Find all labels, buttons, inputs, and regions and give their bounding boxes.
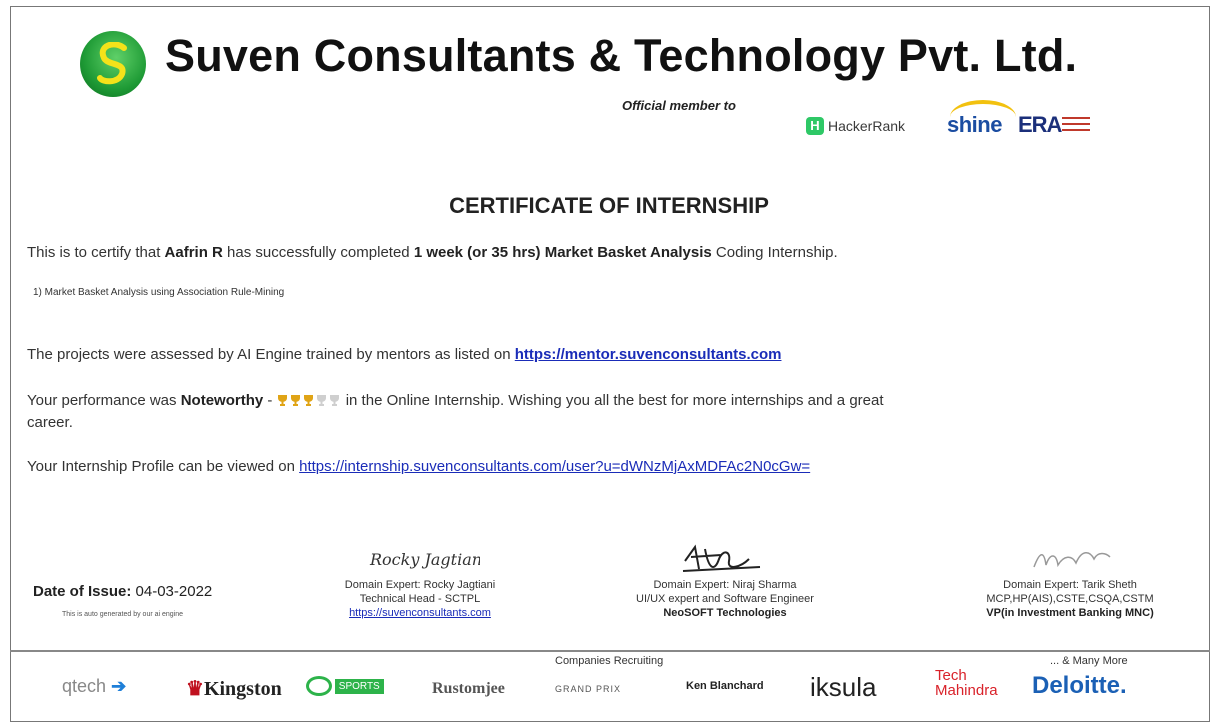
signature-tarik	[1033, 552, 1111, 568]
era-logo-lines	[1062, 117, 1090, 135]
companies-recruiting-label: Companies Recruiting	[555, 655, 664, 667]
intern-name: Aafrin R	[164, 244, 223, 261]
trophy-grey-icon	[329, 395, 339, 406]
profile-link[interactable]: https://internship.suvenconsultants.com/…	[299, 458, 810, 475]
company-deloitte-logo: Deloitte.	[1032, 672, 1127, 699]
shine-logo: shine	[947, 112, 1002, 137]
signatory-rocky: Rocky Jagtiani Domain Expert: Rocky Jagt…	[320, 540, 520, 620]
company-sports-logo: SPORTS	[306, 676, 384, 696]
trophy-gold-icon	[303, 395, 313, 406]
signature-rocky: Rocky Jagtiani	[369, 550, 480, 569]
certificate-title: CERTIFICATE OF INTERNSHIP	[449, 193, 769, 218]
trophy-gold-icon	[277, 395, 287, 406]
signatory-tarik: Domain Expert: Tarik Sheth MCP,HP(AIS),C…	[950, 540, 1190, 620]
footer-divider	[10, 650, 1210, 652]
mentor-link[interactable]: https://mentor.suvenconsultants.com	[515, 346, 782, 363]
company-rustomjee-logo: Rustomjee	[432, 680, 505, 697]
suven-site-link[interactable]: https://suvenconsultants.com	[349, 607, 491, 619]
performance-line: Your performance was Noteworthy - in the…	[27, 392, 884, 409]
hackerrank-logo: HackerRank	[828, 118, 906, 134]
profile-line: Your Internship Profile can be viewed on…	[27, 458, 811, 475]
performance-rating: Noteworthy	[180, 392, 264, 409]
course-duration: 1 week (or 35 hrs) Market Basket Analysi…	[413, 244, 712, 261]
date-of-issue: Date of Issue: 04-03-2022	[33, 583, 213, 600]
svg-text:Rocky Jagtiani: Rocky Jagtiani	[369, 550, 480, 569]
era-logo: ERA	[1018, 112, 1062, 137]
assessed-line: The projects were assessed by AI Engine …	[27, 346, 782, 363]
signatory-niraj: Domain Expert: Niraj Sharma UI/UX expert…	[605, 540, 845, 620]
signature-niraj	[682, 544, 761, 572]
certify-line: This is to certify that Aafrin R has suc…	[27, 244, 838, 261]
qtech-arrow-icon: ➔	[111, 676, 127, 696]
company-iksula-logo: iksula	[810, 672, 877, 702]
performance-line-2: career.	[27, 414, 73, 431]
company-blanchard-logo: Ken Blanchard	[686, 680, 764, 692]
suven-logo-swirl	[97, 42, 127, 85]
company-grandprix-logo: GRAND PRIX	[555, 684, 622, 694]
company-techmahindra-logo: Tech Mahindra	[935, 667, 998, 699]
official-member-label: Official member to	[622, 98, 736, 113]
hackerrank-icon: H	[806, 117, 824, 135]
company-qtech-logo: qtech ➔	[62, 676, 127, 696]
trophy-grey-icon	[316, 395, 326, 406]
many-more-label: ... & Many More	[1050, 655, 1128, 667]
company-kingston-logo: ♛Kingston	[186, 678, 282, 700]
auto-generated-note: This is auto generated by our ai engine	[62, 611, 184, 618]
trophy-gold-icon	[290, 395, 300, 406]
trophy-rating	[277, 392, 342, 409]
company-name: Suven Consultants & Technology Pvt. Ltd.	[165, 30, 1078, 81]
project-item: 1) Market Basket Analysis using Associat…	[33, 287, 285, 298]
